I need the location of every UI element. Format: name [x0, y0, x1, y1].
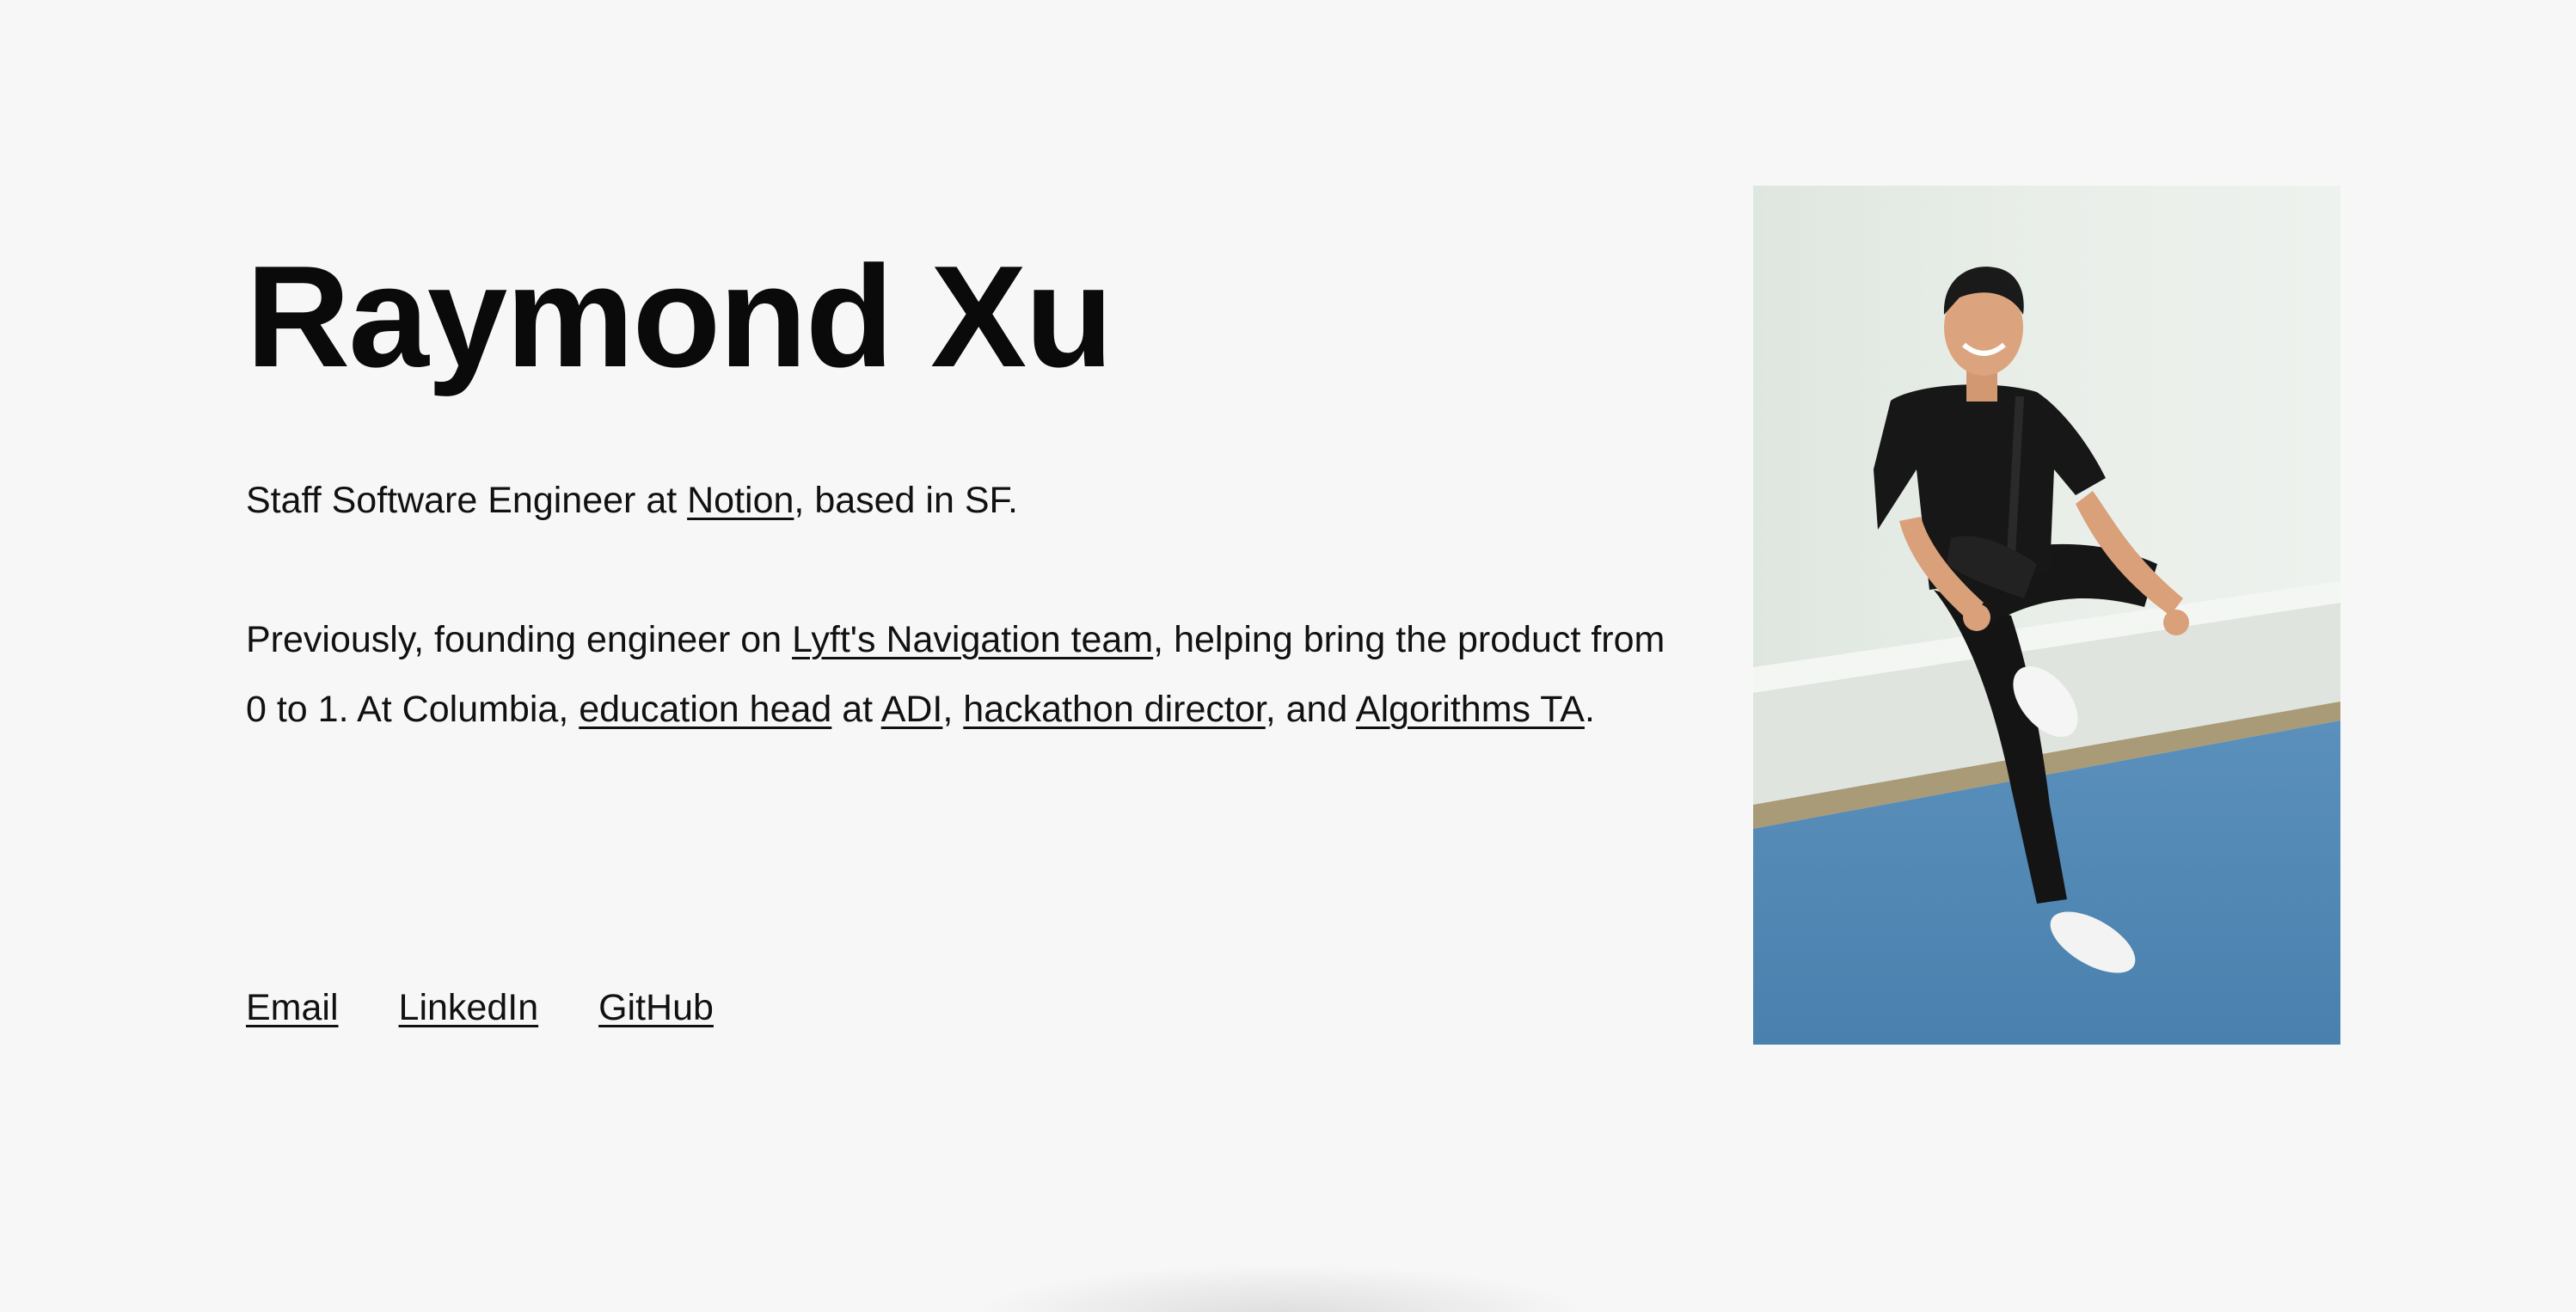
- adi-link[interactable]: ADI: [881, 689, 943, 730]
- page: Raymond Xu Staff Software Engineer at No…: [0, 0, 2576, 1312]
- github-link[interactable]: GitHub: [598, 973, 714, 1043]
- page-title: Raymond Xu: [246, 236, 1113, 397]
- algorithms-ta-link[interactable]: Algorithms TA: [1356, 689, 1585, 730]
- hackathon-director-link[interactable]: hackathon director: [963, 689, 1265, 730]
- background-text-5: , and: [1265, 689, 1356, 730]
- background-text-3: at: [831, 689, 881, 730]
- email-link[interactable]: Email: [246, 973, 339, 1043]
- background-text-1: Previously, founding engineer on: [246, 619, 793, 660]
- education-head-link[interactable]: education head: [579, 689, 831, 730]
- contact-links: Email LinkedIn GitHub: [246, 973, 714, 1043]
- intro-text-1: Staff Software Engineer at: [246, 480, 688, 521]
- notion-link[interactable]: Notion: [687, 480, 794, 521]
- lyft-navigation-link[interactable]: Lyft's Navigation team: [792, 619, 1153, 660]
- bottom-shadow: [972, 1264, 1591, 1312]
- background-text-6: .: [1584, 689, 1595, 730]
- background-paragraph: Previously, founding engineer on Lyft's …: [246, 605, 1690, 745]
- intro-text-2: , based in SF.: [794, 480, 1018, 521]
- linkedin-link[interactable]: LinkedIn: [399, 973, 539, 1043]
- intro-paragraph: Staff Software Engineer at Notion, based…: [246, 466, 1018, 536]
- background-text-4: ,: [942, 689, 964, 730]
- profile-photo: [1753, 186, 2340, 1045]
